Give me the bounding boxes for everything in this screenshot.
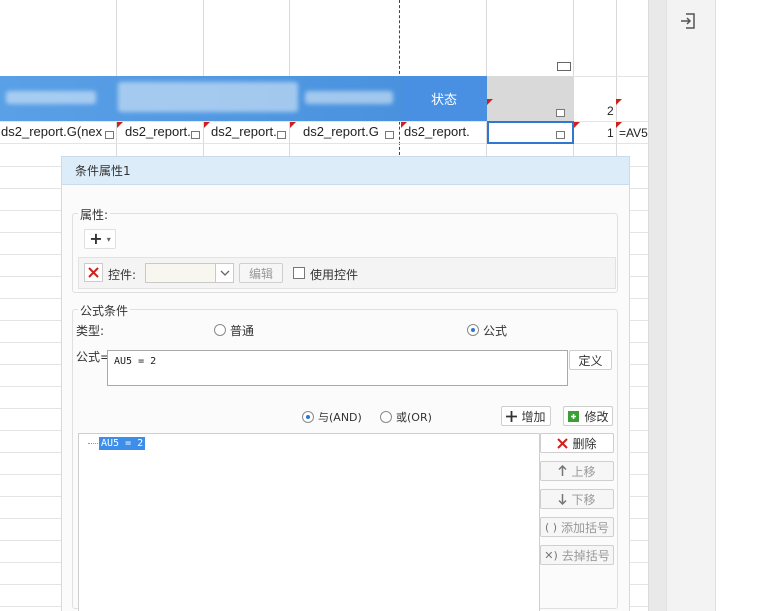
attributes-section-label: 属性: [78,206,111,223]
status-header-cell[interactable]: 状态 [401,76,487,121]
type-formula-label: 公式 [483,324,508,338]
table-cell[interactable]: ds2_report.G(nex [0,121,116,143]
chevron-down-icon: ▾ [106,234,111,244]
cell-marker-icon [290,122,296,128]
control-select[interactable] [145,263,234,283]
move-up-label: 上移 [571,464,596,479]
formula-input[interactable]: AU5 = 2 [107,350,568,386]
cell-marker-icon [117,122,123,128]
edit-button[interactable]: 编辑 [239,263,283,283]
use-control-checkbox[interactable] [293,267,305,279]
cell-expand-icon [556,131,565,139]
move-down-label: 下移 [571,492,596,507]
logic-and-radio[interactable] [302,411,314,423]
move-up-button[interactable]: 上移 [540,461,614,481]
type-formula-radio[interactable] [467,324,479,336]
arrow-down-icon [558,494,568,505]
tree-connector [88,443,98,444]
right-sidebar [666,0,716,611]
modify-icon [568,410,580,422]
add-bracket-label: 添加括号 [561,520,610,535]
logic-and-label: 与(AND) [318,411,362,424]
arrow-up-icon [558,465,568,476]
header-band [0,76,401,121]
count-cell[interactable]: 2 [607,104,614,118]
use-control-label: 使用控件 [310,268,359,282]
chevron-down-icon [215,264,233,282]
remove-bracket-label: 去掉括号 [561,548,610,563]
logic-or-label: 或(OR) [396,411,432,424]
add-condition-label: 增加 [521,409,546,424]
add-condition-button[interactable]: 增加 [501,406,551,426]
add-bracket-button[interactable]: ( ) 添加括号 [540,517,614,537]
dialog-title: 条件属性1 [62,157,629,185]
delete-icon [557,437,569,449]
delete-label: 删除 [572,436,597,451]
remove-bracket-button[interactable]: ✕) 去掉括号 [540,545,614,565]
cell-expand-icon [191,131,200,139]
cell-marker-icon [204,122,210,128]
add-attribute-button[interactable]: + ▾ [84,229,116,249]
count-cell[interactable]: 1 [607,126,614,140]
modify-condition-button[interactable]: 修改 [563,406,613,426]
plus-icon: + [89,229,103,248]
cell-expand-icon [277,131,286,139]
grey-header-cell[interactable] [487,76,573,121]
table-cell[interactable]: ds2_report.G [302,121,384,143]
cell-expand-icon [105,131,114,139]
cell-marker-icon [401,122,407,128]
type-normal-label: 普通 [230,324,255,338]
remove-bracket-icon: ✕) [544,548,558,562]
status-header-label: 状态 [430,93,457,108]
remove-attribute-icon[interactable] [84,263,103,282]
formula-hint-cell[interactable]: =AV5 [619,126,648,140]
vertical-scrollbar[interactable] [648,0,666,611]
move-down-button[interactable]: 下移 [540,489,614,509]
bracket-icon: ( ) [544,520,558,534]
modify-condition-label: 修改 [584,409,609,424]
control-label: 控件: [108,268,137,282]
cell-expand-icon [556,109,565,117]
condition-item[interactable]: AU5 = 2 [99,437,146,450]
table-cell[interactable]: ds2_report. [403,121,485,143]
import-icon[interactable] [677,10,699,32]
type-label: 类型: [76,324,105,338]
logic-or-radio[interactable] [380,411,392,423]
delete-button[interactable]: 删除 [540,433,614,453]
cell-marker-icon [616,99,622,105]
formula-condition-section-label: 公式条件 [78,302,131,319]
define-button[interactable]: 定义 [569,350,612,370]
cell-expand-icon [385,131,394,139]
type-normal-radio[interactable] [214,324,226,336]
selected-cell[interactable] [487,121,574,144]
condition-property-dialog: 条件属性1 属性: + ▾ 控件: 编辑 使用控件 公式条件 类型: 普通 公式… [61,156,630,611]
cell-widget-icon[interactable] [557,62,571,71]
formula-label: 公式= [76,350,111,364]
plus-icon [506,410,518,422]
cell-marker-icon [574,122,580,128]
cell-marker-icon [487,99,493,105]
condition-list[interactable]: AU5 = 2 [78,433,540,611]
